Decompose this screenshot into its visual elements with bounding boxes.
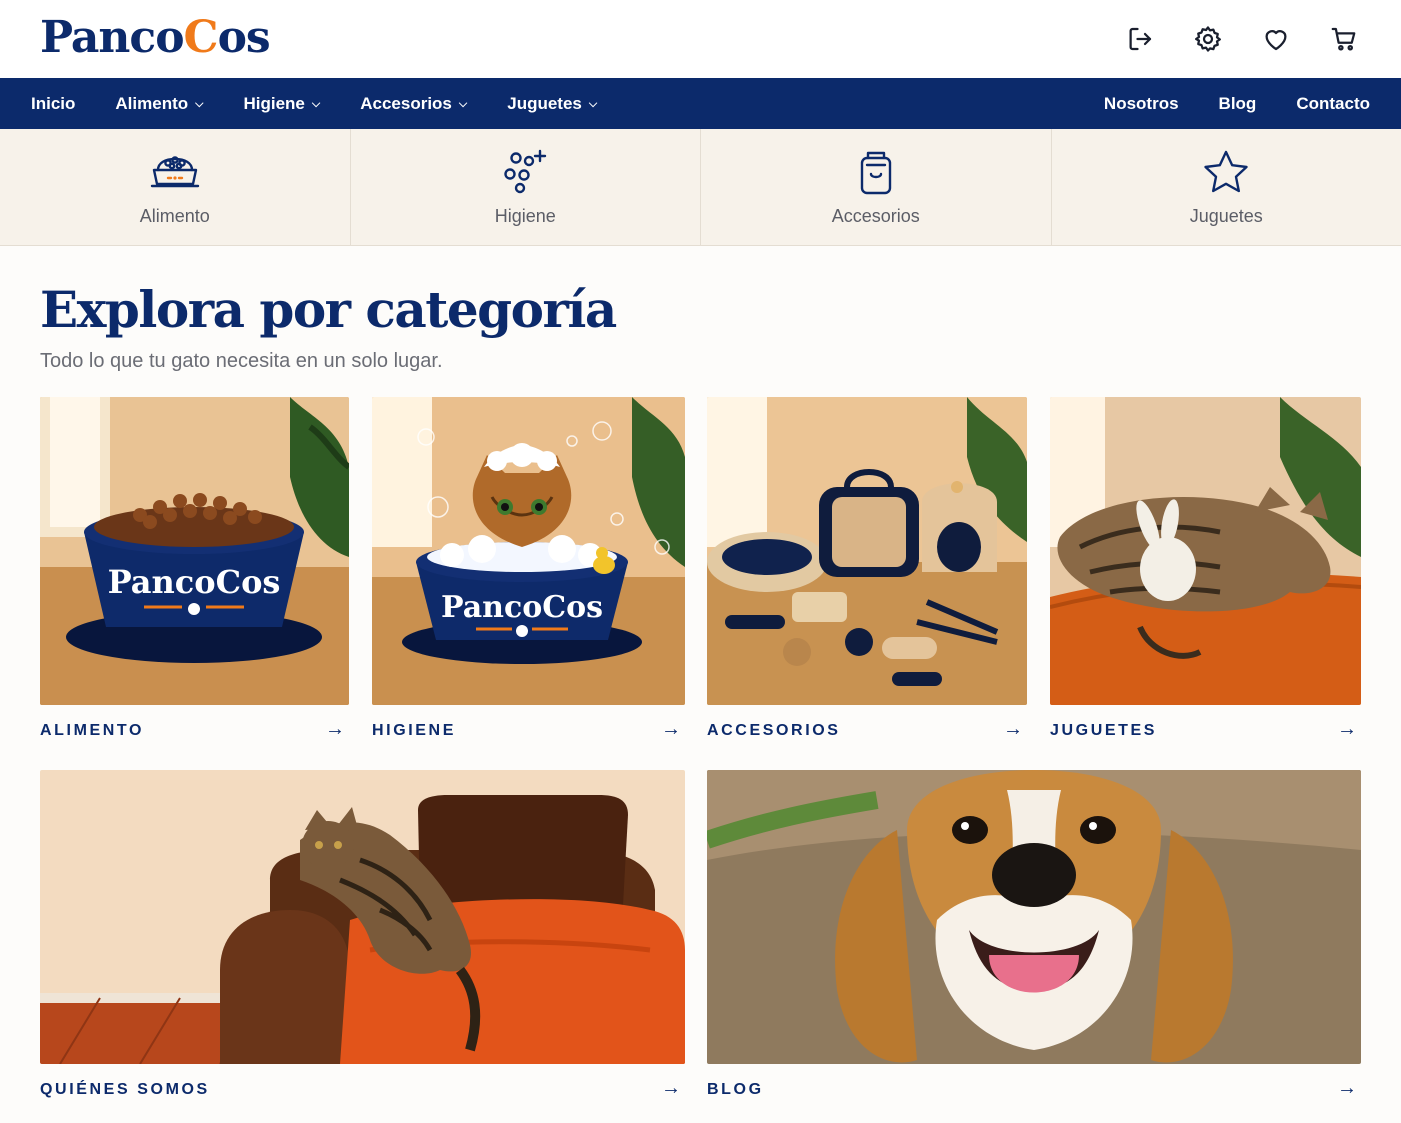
nav-item-label: Higiene [243,93,305,113]
strip-tile-label: Juguetes [1189,205,1263,226]
category-card-higiene[interactable]: PancoCos HIGIENE → [372,397,685,747]
bag-icon [860,151,891,194]
card-caption: JUGUETES [1050,722,1158,739]
bowl-brand-text: PancoCos [108,563,281,601]
beagle-photo [707,770,1361,1064]
card-caption: BLOG [707,1081,764,1098]
strip-tile-label: Accesorios [831,205,920,226]
arrow-right-icon: → [325,718,345,740]
nav-item-higiene[interactable]: Higiene ⌵ [243,94,320,114]
category-card-juguetes[interactable]: JUGUETES → [1050,397,1361,747]
brand-name-post: os [217,12,271,63]
brand-logo[interactable]: PancoCos [40,12,271,64]
strip-tile-juguetes[interactable]: Juguetes [1052,129,1401,245]
nav-item-label: Nosotros [1103,93,1179,113]
strip-tile-accesorios[interactable]: Accesorios [701,129,1052,245]
bubbles-icon [504,149,547,193]
chevron-down-icon: ⌵ [311,98,321,110]
bowl-brand-text: PancoCos [441,590,603,625]
card-caption: HIGIENE [372,722,456,739]
brand-name-pre: Panco [40,12,185,63]
card-caption: ALIMENTO [40,722,145,739]
star-icon [1204,150,1248,192]
nav-item-alimento[interactable]: Alimento ⌵ [115,94,203,114]
logout-icon[interactable] [1121,20,1159,58]
arrow-right-icon: → [1337,718,1357,740]
nav-item-label: Juguetes [507,93,582,113]
arrow-right-icon: → [1003,718,1023,740]
cart-icon[interactable] [1325,20,1363,58]
page-title: Explora por categoría [40,280,617,339]
cat-bath-photo: PancoCos [372,397,685,705]
main-nav: Inicio Alimento ⌵ Higiene ⌵ Accesorios ⌵ Ju… [0,78,1401,129]
food-bowl-photo: PancoCos [40,397,349,705]
nav-item-blog[interactable]: Blog [1219,94,1257,114]
nav-item-inicio[interactable]: Inicio [31,94,75,114]
arrow-right-icon: → [661,1077,681,1099]
chevron-down-icon: ⌵ [588,98,598,110]
category-card-quienes-somos[interactable]: QUIÉNES SOMOS → [40,770,685,1110]
chevron-down-icon: ⌵ [458,98,468,110]
nav-item-nosotros[interactable]: Nosotros [1104,94,1179,114]
nav-item-label: Alimento [115,93,189,113]
nav-item-contacto[interactable]: Contacto [1296,94,1370,114]
food-bowl-icon [150,155,199,187]
nav-item-accesorios[interactable]: Accesorios ⌵ [360,94,467,114]
brand-cat-letter: C [183,12,219,63]
arrow-right-icon: → [661,718,681,740]
category-strip: Alimento Higiene Accesorios Juguetes [0,129,1401,246]
page-subtitle: Todo lo que tu gato necesita en un solo … [40,350,443,372]
header-actions [1121,20,1363,58]
sleeping-cat-photo [1050,397,1361,705]
strip-tile-label: Higiene [494,205,556,226]
nav-item-label: Inicio [31,93,76,113]
gear-icon[interactable] [1189,20,1227,58]
cat-on-sofa-photo [40,770,685,1064]
nav-item-label: Accesorios [360,93,452,113]
accessories-photo [707,397,1027,705]
nav-item-juguetes[interactable]: Juguetes ⌵ [507,94,597,114]
category-card-alimento[interactable]: PancoCos ALIMENTO → [40,397,349,747]
chevron-down-icon: ⌵ [195,98,204,110]
strip-tile-alimento[interactable]: Alimento [0,129,351,245]
arrow-right-icon: → [1337,1077,1357,1099]
card-caption: ACCESORIOS [707,722,841,739]
nav-left: Inicio Alimento ⌵ Higiene ⌵ Accesorios ⌵ Ju… [31,94,597,114]
nav-item-label: Contacto [1296,93,1370,113]
heart-icon[interactable] [1257,20,1295,58]
nav-item-label: Blog [1218,93,1257,113]
site-header: PancoCos [0,0,1401,78]
category-card-accesorios[interactable]: ACCESORIOS → [707,397,1027,747]
strip-tile-label: Alimento [139,205,210,226]
nav-right: Nosotros Blog Contacto [1104,94,1370,114]
category-card-blog[interactable]: BLOG → [707,770,1361,1110]
strip-tile-higiene[interactable]: Higiene [351,129,701,245]
card-caption: QUIÉNES SOMOS [40,1081,210,1098]
